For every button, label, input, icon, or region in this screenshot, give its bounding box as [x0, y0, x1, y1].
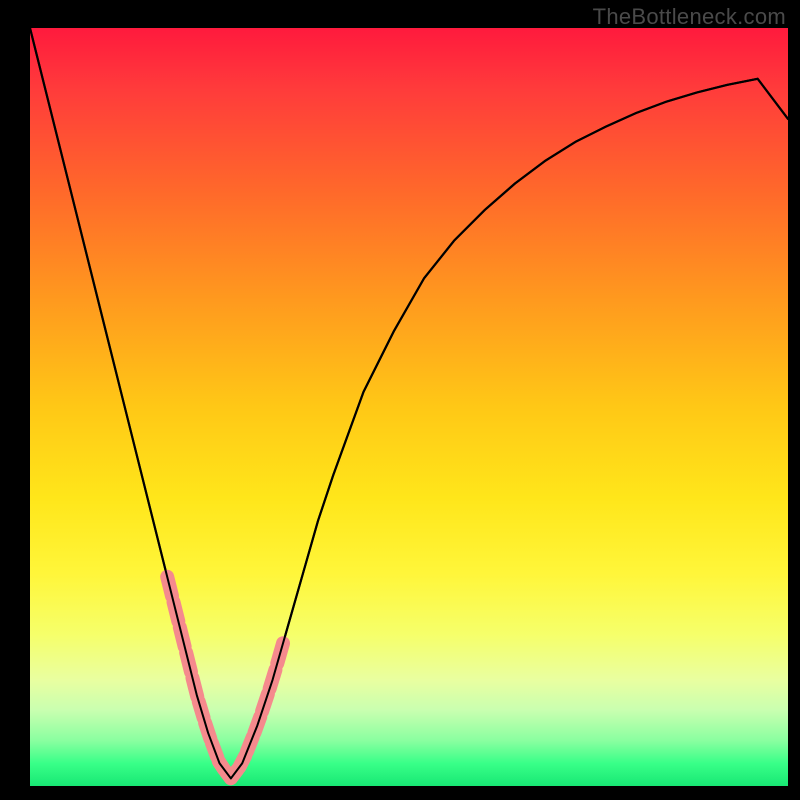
chart-frame: TheBottleneck.com — [0, 0, 800, 800]
bottleneck-curve — [30, 28, 788, 778]
watermark-text: TheBottleneck.com — [593, 4, 786, 30]
chart-plot-area — [30, 28, 788, 786]
bottleneck-curve — [30, 28, 788, 778]
chart-curve-layer — [30, 28, 788, 786]
